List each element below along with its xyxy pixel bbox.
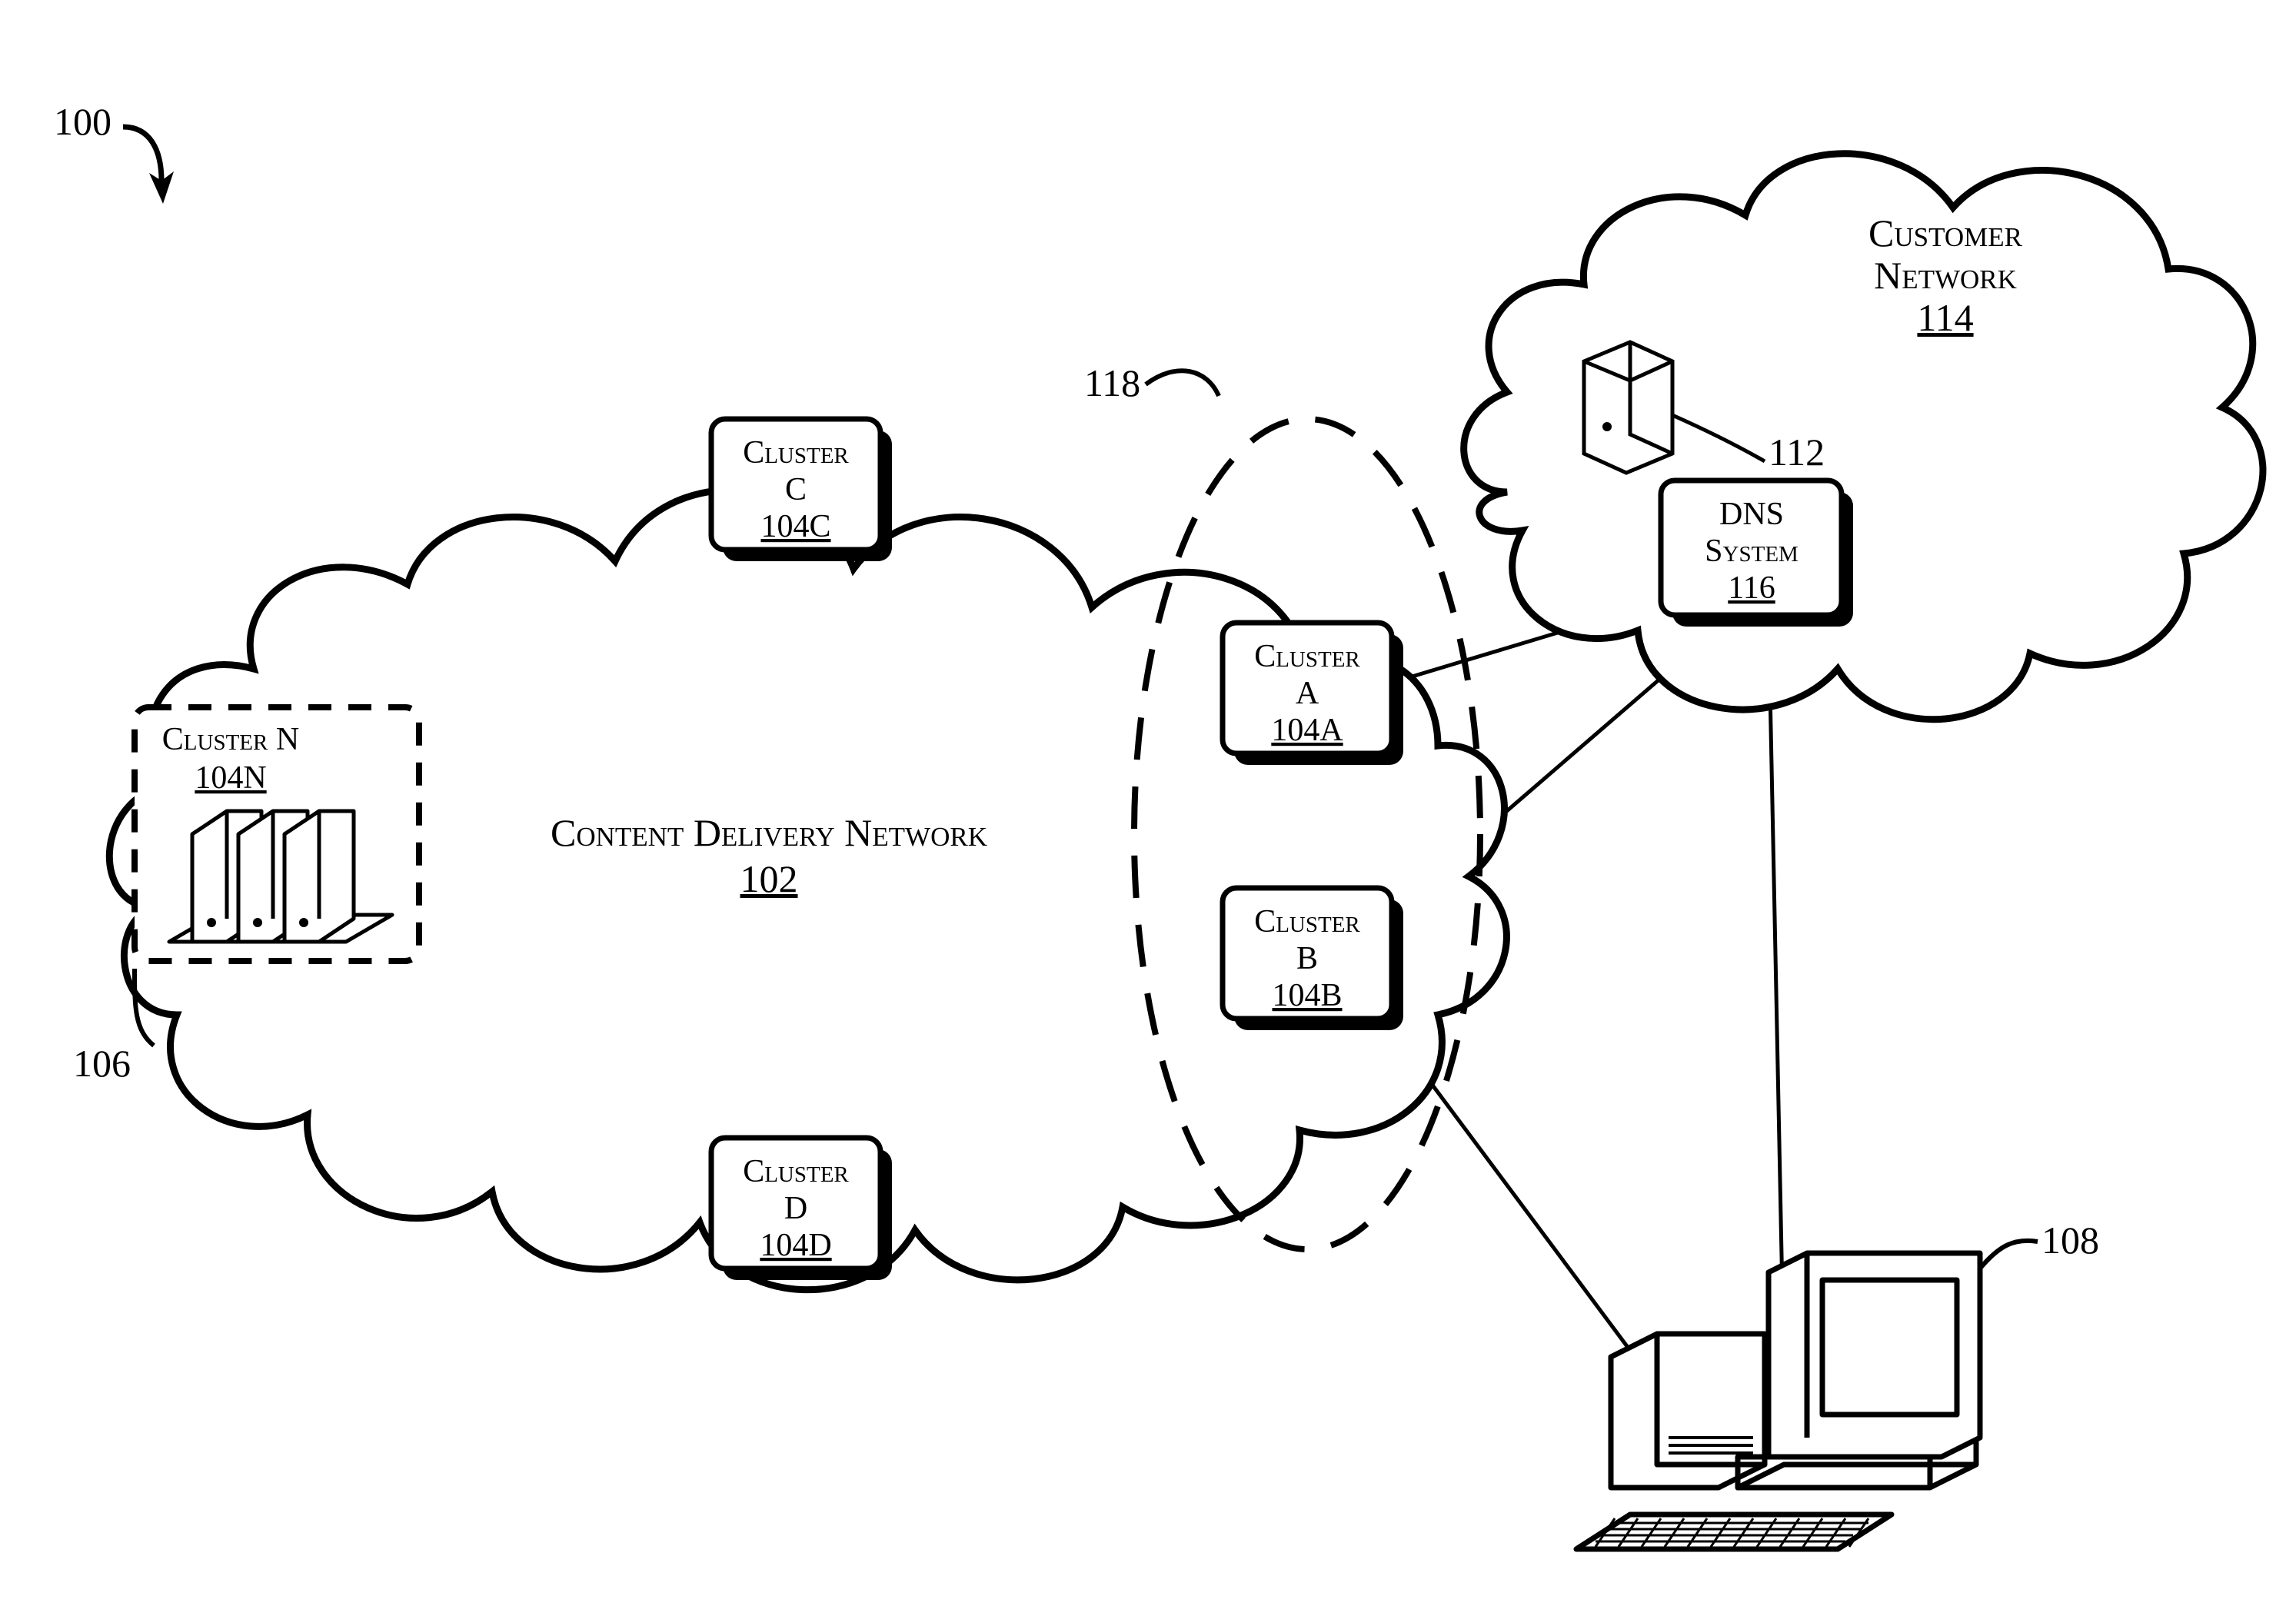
customer-net-l1: Customer (1868, 211, 2023, 254)
cluster-c-box: Cluster C 104C (711, 419, 892, 561)
cluster-b-name: Cluster (1254, 904, 1360, 939)
svg-text:Cluster: Cluster (743, 1154, 849, 1189)
svg-text:116: 116 (1728, 570, 1775, 606)
cluster-b-letter: B (1296, 941, 1318, 976)
cdn-ref: 102 (740, 857, 798, 900)
cluster-a-ref: 104A (1271, 713, 1343, 748)
svg-text:Cluster N: Cluster N (162, 722, 299, 757)
dns-system-box: DNS System 116 (1661, 480, 1853, 627)
customer-server-icon (1584, 342, 1672, 473)
cluster-c-ref: 104C (760, 509, 830, 544)
svg-text:C: C (785, 472, 807, 507)
svg-text:114: 114 (1917, 296, 1973, 339)
svg-text:Network: Network (1874, 254, 2017, 297)
svg-text:118: 118 (1084, 361, 1140, 404)
svg-text:108: 108 (2041, 1219, 2099, 1262)
svg-text:Content Delivery Network: Content Delivery Network (551, 811, 987, 854)
svg-text:DNS: DNS (1719, 497, 1784, 532)
svg-text:106: 106 (73, 1042, 131, 1085)
svg-text:A: A (1296, 676, 1319, 711)
svg-text:Cluster: Cluster (1254, 639, 1360, 674)
svg-text:D: D (784, 1191, 807, 1226)
dns-l1: DNS (1719, 497, 1784, 532)
callout-108: 108 (2041, 1219, 2099, 1262)
svg-text:112: 112 (1769, 431, 1825, 474)
cluster-a-name: Cluster (1254, 639, 1360, 674)
customer-net-l2: Network (1874, 254, 2017, 297)
dns-l2: System (1705, 534, 1799, 569)
svg-text:B: B (1296, 941, 1318, 976)
figure-ref-arrow (123, 127, 161, 181)
cluster-c-letter: C (785, 472, 807, 507)
callout-118: 118 (1084, 361, 1140, 404)
svg-text:104C: 104C (760, 509, 830, 544)
cluster-n-box: Cluster N 104N (135, 707, 419, 961)
svg-text:102: 102 (740, 857, 798, 900)
cluster-d-box: Cluster D 104D (711, 1138, 892, 1280)
cluster-a-letter: A (1296, 676, 1319, 711)
dns-ref: 116 (1728, 570, 1775, 606)
patent-figure: Content Delivery Network 102 Customer Ne… (0, 0, 2296, 1606)
svg-text:100: 100 (54, 100, 111, 143)
svg-text:104N: 104N (195, 760, 266, 796)
svg-text:104B: 104B (1272, 978, 1342, 1013)
cdn-title: Content Delivery Network (551, 811, 987, 854)
cluster-n-name: Cluster N (162, 722, 299, 757)
leader-108 (1980, 1241, 2038, 1269)
cluster-b-ref: 104B (1272, 978, 1342, 1013)
figure-ref: 100 (54, 100, 111, 143)
callout-112: 112 (1769, 431, 1825, 474)
svg-text:104A: 104A (1271, 713, 1343, 748)
svg-text:Cluster: Cluster (743, 435, 849, 470)
customer-net-ref: 114 (1917, 296, 1973, 339)
cluster-d-name: Cluster (743, 1154, 849, 1189)
svg-text:System: System (1705, 534, 1799, 569)
cluster-a-box: Cluster A 104A (1223, 623, 1403, 765)
svg-text:Customer: Customer (1868, 211, 2023, 254)
callout-106: 106 (73, 1042, 131, 1085)
cluster-c-name: Cluster (743, 435, 849, 470)
client-pc-icon (1576, 1253, 1980, 1549)
cluster-d-ref: 104D (760, 1228, 831, 1263)
svg-text:104D: 104D (760, 1228, 831, 1263)
cluster-n-ref: 104N (195, 760, 266, 796)
leader-118 (1146, 371, 1219, 396)
svg-text:Cluster: Cluster (1254, 904, 1360, 939)
cluster-b-box: Cluster B 104B (1223, 888, 1403, 1030)
cluster-d-letter: D (784, 1191, 807, 1226)
